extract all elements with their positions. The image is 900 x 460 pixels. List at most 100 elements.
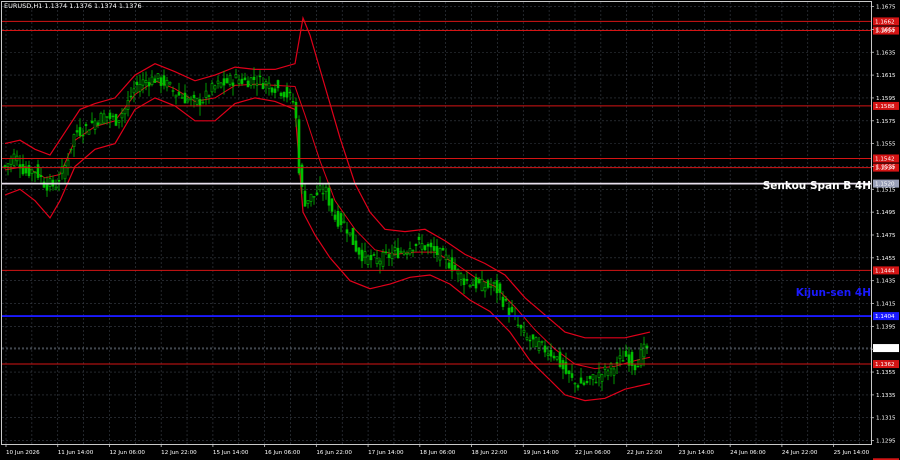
candle-body-6 <box>21 164 25 175</box>
candle-body-172 <box>519 324 523 329</box>
candle-body-183 <box>552 355 556 359</box>
candle-body-150 <box>453 265 457 270</box>
y-tick-label-18: 1.1315 <box>876 416 896 422</box>
candle-body-177 <box>534 337 538 348</box>
candle-body-64 <box>195 98 199 105</box>
x-tick-label-7: 17 Jun 14:00 <box>368 450 404 456</box>
candle-body-117 <box>354 240 358 252</box>
candle-body-171 <box>516 324 520 326</box>
candle-body-35 <box>108 112 112 119</box>
x-tick-label-4: 15 Jun 14:00 <box>213 450 249 456</box>
candle-body-131 <box>396 247 400 258</box>
candle-body-115 <box>348 232 352 236</box>
candle-body-56 <box>171 90 175 92</box>
candle-body-136 <box>411 249 415 252</box>
candle-body-68 <box>207 95 211 97</box>
candle-body-174 <box>525 336 529 340</box>
candle-body-12 <box>39 175 43 178</box>
y-tick-label-7: 1.1535 <box>876 164 896 170</box>
y-tick-label-13: 1.1415 <box>876 302 896 308</box>
candle-body-205 <box>618 355 622 360</box>
candle-body-207 <box>624 351 628 357</box>
candle-body-48 <box>147 82 151 87</box>
candle-body-62 <box>189 97 193 101</box>
level-tag-label-0: 1.1662 <box>875 19 895 25</box>
candle-body-45 <box>138 84 142 92</box>
candle-body-140 <box>423 245 427 251</box>
candle-body-22 <box>69 148 73 151</box>
candle-body-143 <box>432 246 436 251</box>
candle-body-193 <box>582 382 586 385</box>
y-tick-label-9: 1.1495 <box>876 210 896 216</box>
candle-body-2 <box>9 158 13 165</box>
candle-body-75 <box>228 75 232 85</box>
candle-body-164 <box>495 280 499 294</box>
candle-body-149 <box>450 257 454 272</box>
candle-body-108 <box>327 187 331 206</box>
candle-body-67 <box>204 90 208 98</box>
candle-body-1 <box>6 163 10 167</box>
level-tag-label-6: 1.1444 <box>875 268 895 274</box>
level-tag-label-9: 1.1362 <box>875 362 895 368</box>
candle-body-57 <box>174 94 178 98</box>
x-tick-label-10: 19 Jun 14:00 <box>523 450 559 456</box>
candle-body-206 <box>621 360 625 362</box>
candle-body-54 <box>165 80 169 88</box>
candle-body-65 <box>198 99 202 107</box>
candle-body-42 <box>129 95 133 98</box>
candle-body-83 <box>252 76 256 80</box>
candle-body-124 <box>375 257 379 265</box>
candle-body-28 <box>87 129 91 135</box>
candle-body-105 <box>318 185 322 191</box>
candle-body-127 <box>384 251 388 254</box>
candle-body-76 <box>231 82 235 86</box>
candle-body-212 <box>639 349 643 367</box>
kijun-annotation: Kijun-sen 4H <box>796 287 871 299</box>
candle-126 <box>381 249 385 270</box>
candle-body-36 <box>111 115 115 118</box>
candle-body-100 <box>303 190 307 207</box>
candle-body-87 <box>264 81 268 85</box>
candle-body-125 <box>378 260 382 265</box>
x-tick-label-8: 18 Jun 06:00 <box>420 450 456 456</box>
candle-body-72 <box>219 82 223 88</box>
candle-body-153 <box>462 278 466 286</box>
y-tick-label-19: 1.1295 <box>876 439 896 445</box>
y-tick-label-5: 1.1575 <box>876 119 896 125</box>
candle-body-24 <box>75 130 79 133</box>
candle-body-101 <box>306 200 310 204</box>
candle-body-90 <box>273 88 277 93</box>
candle-body-70 <box>213 85 217 90</box>
candle-body-8 <box>27 164 31 177</box>
candle-body-134 <box>405 252 409 255</box>
candle-body-132 <box>399 250 403 253</box>
candle-body-155 <box>468 284 472 287</box>
x-tick-label-15: 24 Jun 22:00 <box>782 450 818 456</box>
candle-body-41 <box>126 99 130 110</box>
candle-body-30 <box>93 120 97 130</box>
candle-body-175 <box>528 339 532 342</box>
candle-body-96 <box>291 101 295 103</box>
candle-body-60 <box>183 92 187 104</box>
y-tick-label-16: 1.1355 <box>876 370 896 376</box>
candle-177 <box>534 336 538 348</box>
candle-body-95 <box>288 91 292 94</box>
candle-body-192 <box>579 377 583 384</box>
candle-body-178 <box>537 341 541 351</box>
candle-body-98 <box>297 119 301 174</box>
candle-body-111 <box>336 211 340 227</box>
candle-body-163 <box>492 282 496 285</box>
candle-body-61 <box>186 98 190 102</box>
candle-body-148 <box>447 262 451 269</box>
candle-body-211 <box>636 365 640 368</box>
x-tick-label-13: 23 Jun 14:00 <box>678 450 714 456</box>
candle-body-0 <box>3 165 7 167</box>
candle-body-34 <box>105 116 109 118</box>
chart-background <box>0 0 900 460</box>
candle-body-39 <box>120 113 124 119</box>
candle-body-9 <box>30 169 34 174</box>
candle-body-18 <box>57 179 61 182</box>
candle-body-69 <box>210 83 214 93</box>
candle-body-198 <box>597 371 601 378</box>
y-tick-label-2: 1.1635 <box>876 50 896 56</box>
